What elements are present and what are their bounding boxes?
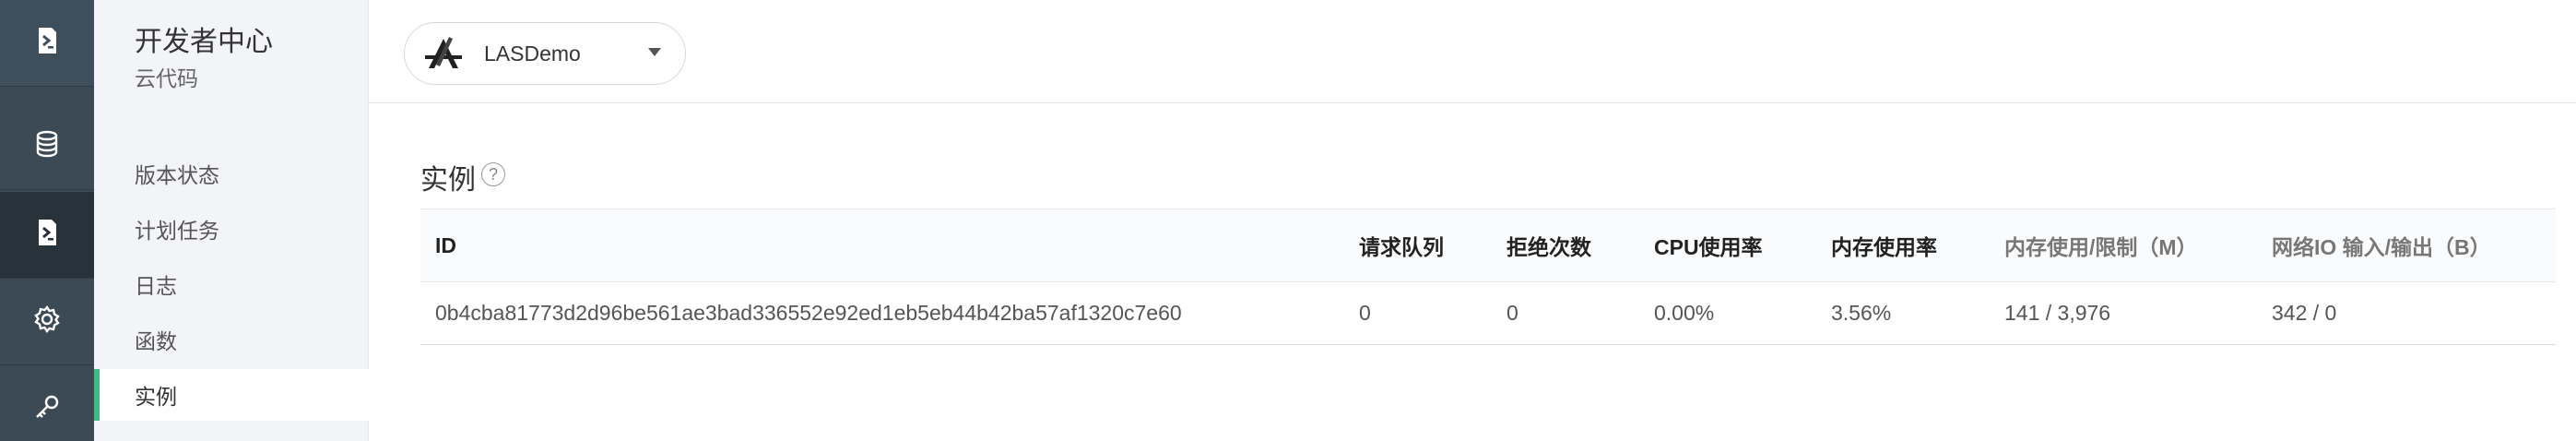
icon-rail [0,0,94,441]
sidebar-item-version-status[interactable]: 版本状态 [94,148,369,199]
instances-table: ID 请求队列 拒绝次数 CPU使用率 内存使用率 内存使用/限制（M） 网络I… [420,209,2556,345]
table-row: 0b4cba81773d2d96be561ae3bad336552e92ed1e… [420,282,2556,345]
cell-memory-used-limit: 141 / 3,976 [2004,301,2111,325]
top-bar: LASDemo [369,0,2576,103]
help-icon[interactable]: ? [481,162,505,186]
cell-network-io: 342 / 0 [2272,301,2337,325]
column-header-memory-used-limit: 内存使用/限制（M） [2004,235,2198,259]
rail-cloud-code-active[interactable] [0,192,94,279]
cloud-code-active-icon [30,216,64,254]
sidebar-subtitle: 云代码 [135,66,198,90]
cloud-code-icon [30,24,64,62]
table-header: ID 请求队列 拒绝次数 CPU使用率 内存使用率 内存使用/限制（M） 网络I… [420,209,2556,282]
column-header-id: ID [435,232,456,257]
rail-database[interactable] [0,103,94,190]
sidebar-item-label: 版本状态 [135,163,219,187]
app-name: LASDemo [484,41,581,66]
sidebar-item-label: 函数 [135,329,177,353]
column-header-memory-usage: 内存使用率 [1831,235,1937,259]
cell-request-queue: 0 [1359,301,1371,325]
rail-cloud-code[interactable] [0,0,94,87]
column-header-network-io: 网络IO 输入/输出（B） [2272,235,2491,259]
database-icon [30,127,64,165]
app-selector[interactable]: LASDemo [404,22,686,85]
rail-settings[interactable] [0,279,94,365]
sidebar-item-scheduled-tasks[interactable]: 计划任务 [94,203,369,255]
cell-reject-count: 0 [1507,301,1518,325]
cell-memory-usage: 3.56% [1831,301,1892,325]
column-header-cpu-usage: CPU使用率 [1654,235,1763,259]
sidebar-item-instances[interactable]: 实例 [94,369,369,421]
cell-cpu-usage: 0.00% [1654,301,1715,325]
settings-gear-icon [30,303,64,340]
app-logo-icon [421,31,466,76]
chevron-down-icon [648,48,661,56]
sidebar-item-label: 日志 [135,274,177,298]
sidebar-item-label: 计划任务 [135,219,219,243]
column-header-request-queue: 请求队列 [1359,235,1444,259]
sidebar-item-label: 实例 [135,385,177,409]
cell-instance-id: 0b4cba81773d2d96be561ae3bad336552e92ed1e… [435,301,1182,325]
app-root: 开发者中心 云代码 版本状态 计划任务 日志 函数 实例 LASDemo 实例 … [0,0,2576,441]
sidebar-item-functions[interactable]: 函数 [94,314,369,365]
key-icon [30,390,64,428]
rail-keys[interactable] [0,365,94,441]
sidebar-item-logs[interactable]: 日志 [94,258,369,310]
column-header-reject-count: 拒绝次数 [1507,235,1591,259]
page-title: 实例 [420,165,476,196]
secondary-sidebar: 开发者中心 云代码 版本状态 计划任务 日志 函数 实例 [94,0,369,441]
sidebar-title: 开发者中心 [135,27,273,57]
